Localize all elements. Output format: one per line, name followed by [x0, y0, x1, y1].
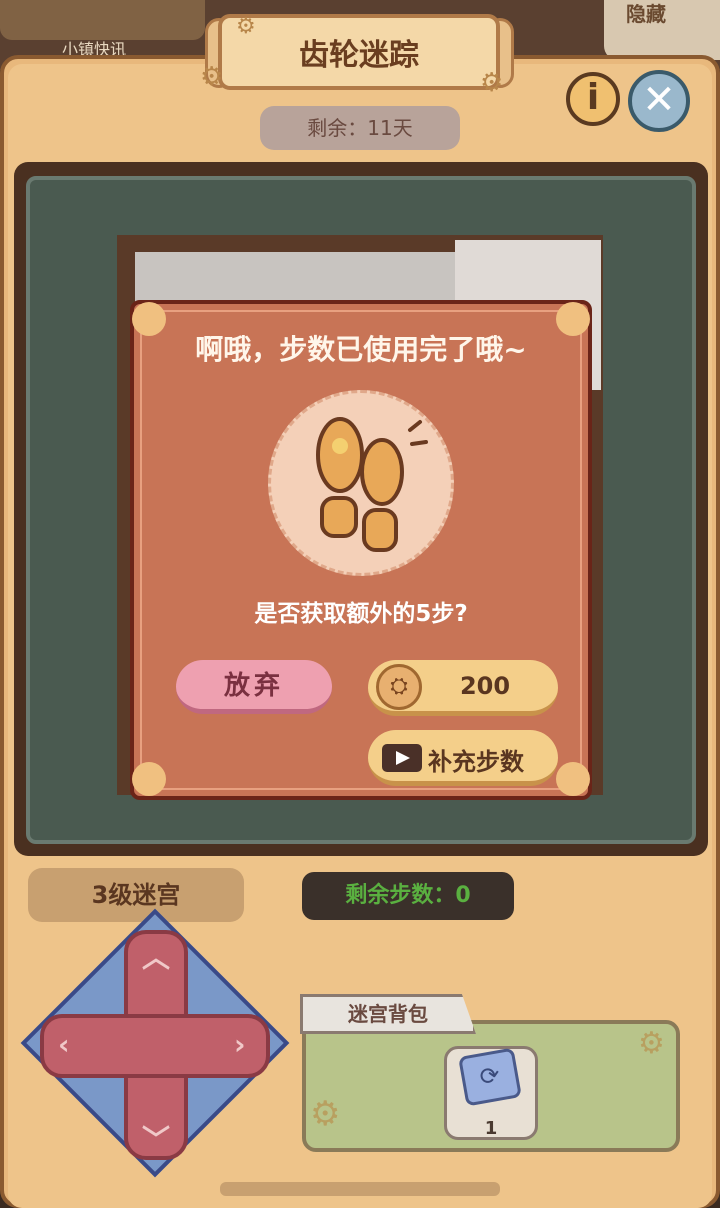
give-up-button[interactable]: 放弃	[176, 660, 332, 714]
gear-icon: ⚙	[310, 1094, 341, 1134]
backpack-tab: 迷宫背包	[300, 994, 476, 1034]
footprints-icon	[316, 417, 428, 552]
refresh-card-icon: ⟳	[458, 1047, 522, 1107]
dpad-up-button[interactable]: ︿	[142, 936, 170, 976]
gear-icon: ⚙	[200, 62, 224, 92]
page-title: 齿轮迷踪	[299, 38, 419, 73]
remaining-steps-label: 剩余步数：0	[302, 872, 514, 920]
extra-steps-question: 是否获取额外的5步?	[254, 601, 468, 627]
coin-cost: 200	[459, 672, 511, 700]
dialog-title: 啊哦，步数已使用完了哦~	[195, 333, 527, 366]
dpad-left-button[interactable]: ‹	[58, 1028, 70, 1061]
remaining-days-badge: 剩余：11天	[260, 106, 460, 150]
news-thumbnail[interactable]	[0, 0, 205, 40]
video-button-label: 补充步数	[428, 748, 524, 776]
dpad-right-button[interactable]: ›	[234, 1028, 246, 1061]
gear-icon: ⚙	[236, 14, 256, 39]
gear-icon: ⚙	[638, 1026, 665, 1061]
corner-ornament	[132, 762, 166, 796]
dpad-down-button[interactable]: ﹀	[142, 1118, 170, 1158]
coin-icon: ⛭	[376, 664, 422, 710]
info-icon[interactable]: i	[566, 72, 620, 126]
bottom-bar	[220, 1182, 500, 1196]
close-icon[interactable]: ✕	[628, 70, 690, 132]
corner-ornament	[556, 762, 590, 796]
video-play-icon	[382, 744, 422, 772]
hide-label: 隐藏	[626, 2, 666, 26]
gear-icon: ⚙	[480, 68, 504, 98]
maze-level-label: 3级迷宫	[28, 868, 244, 922]
item-count: 1	[484, 1118, 498, 1139]
